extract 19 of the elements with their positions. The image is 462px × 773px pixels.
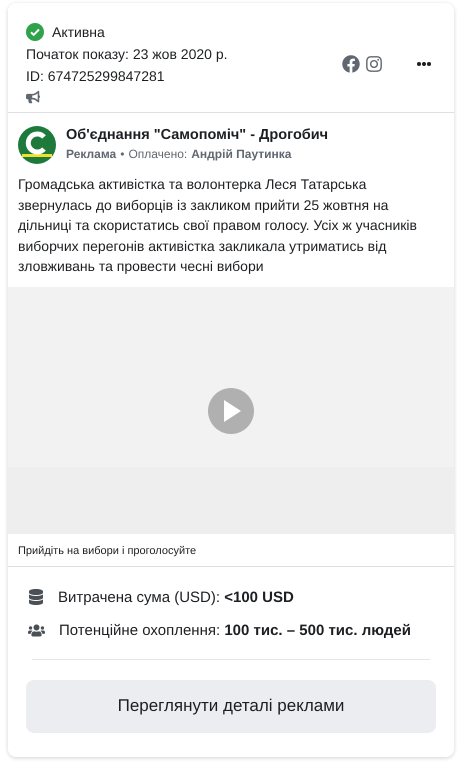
instagram-icon	[365, 54, 383, 72]
facebook-icon	[342, 54, 360, 72]
separator-dot: •	[120, 147, 124, 161]
stat-text: Витрачена сума (USD): <100 USD	[58, 588, 294, 606]
ad-id: ID: 674725299847281	[26, 68, 166, 85]
paid-by-label: Оплачено:	[128, 147, 188, 161]
page-logo	[18, 126, 56, 164]
stat-text: Потенційне охоплення: 100 тис. – 500 тис. людей	[59, 622, 411, 638]
video-caption: Прийдіть на вибори і проголосуйте	[8, 534, 454, 566]
more-icon[interactable]	[416, 60, 432, 66]
details-button[interactable]: Переглянути деталі реклами	[26, 680, 436, 732]
megaphone-icon	[26, 90, 40, 104]
people-icon	[28, 622, 45, 638]
status-label: Активна	[52, 24, 105, 40]
page-name[interactable]: Об'єднання "Самопоміч" - Дрогобич	[66, 127, 328, 143]
start-date: Початок показу: 23 жов 2020 р.	[26, 46, 228, 63]
post-text: Громадська активістка та волонтерка Леся Татарська звернулась до виборців із закликом прийти 25 жовтня на дільниці та скористатись свої правом голосу. Усіх ж учасників виборчих перегонів активістка закликала утриматись від зловживань та провести чесні вибори	[18, 175, 418, 276]
payer-name: Андрій Паутинка	[191, 147, 292, 161]
sponsored-label: Реклама	[66, 147, 116, 161]
